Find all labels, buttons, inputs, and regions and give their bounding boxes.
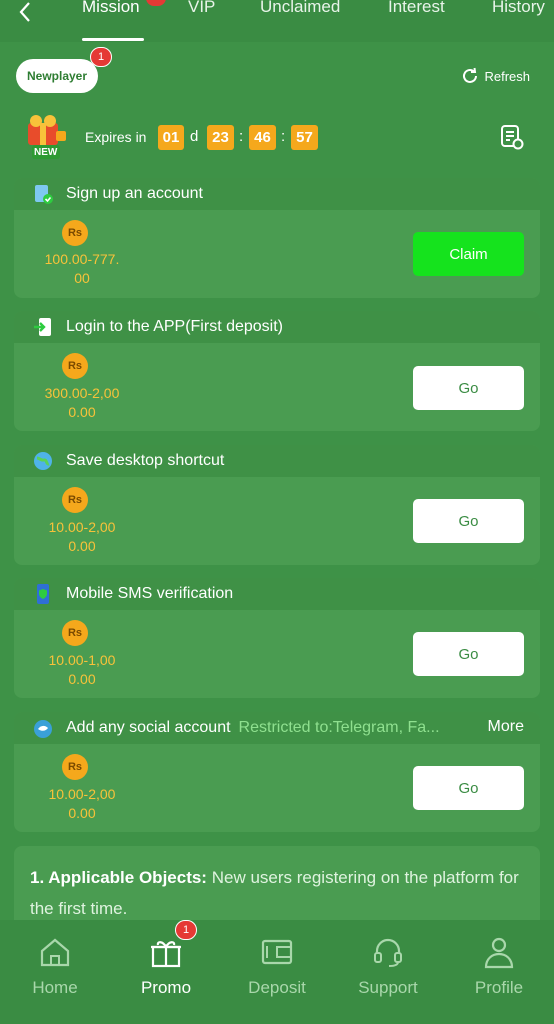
phone-shield-icon	[37, 584, 49, 604]
newplayer-badge: 1	[90, 47, 112, 67]
clipboard-check-icon	[35, 185, 53, 204]
nav-profile[interactable]: Profile	[444, 934, 554, 998]
rules-heading: 1. Applicable Objects:	[30, 868, 207, 887]
newplayer-chip[interactable]: Newplayer	[16, 59, 98, 93]
tab-history[interactable]: History	[492, 0, 545, 17]
newplayer-label: Newplayer	[26, 69, 88, 83]
bottom-nav: Home Promo 1 Deposit Support Profile	[0, 920, 554, 1024]
reward-line: 00	[74, 270, 90, 286]
nav-label: Profile	[474, 978, 524, 997]
rupee-coin-icon: Rs	[62, 620, 88, 646]
nav-support[interactable]: Support	[333, 934, 443, 998]
countdown-days: 01	[158, 125, 184, 150]
reward-line: 300.00-2,00	[44, 385, 120, 401]
reward-range: 10.00-2,00 0.00	[34, 785, 130, 823]
nav-label: Home	[32, 978, 78, 997]
go-button[interactable]: Go	[413, 632, 524, 676]
reward-line: 100.00-777.	[44, 251, 120, 267]
rupee-coin-icon: Rs	[62, 487, 88, 513]
reward-line: 10.00-2,00	[48, 786, 116, 802]
rupee-coin-icon: Rs	[62, 754, 88, 780]
back-button[interactable]	[12, 0, 38, 24]
reward-range: 10.00-2,00 0.00	[34, 518, 130, 556]
home-icon	[40, 938, 70, 967]
rules-document-icon[interactable]	[500, 124, 524, 150]
mission-title: Add any social account	[66, 719, 231, 736]
refresh-button[interactable]: Refresh	[460, 66, 530, 86]
wallet-icon	[261, 939, 293, 965]
countdown-sep: :	[281, 128, 286, 145]
nav-label: Deposit	[248, 978, 306, 997]
go-button[interactable]: Go	[413, 499, 524, 543]
tab-mission[interactable]: Mission	[82, 0, 140, 17]
mission-title: Sign up an account	[66, 185, 203, 202]
reward-line: 0.00	[68, 538, 96, 554]
restriction-text: Restricted to:Telegram, Fa...	[238, 719, 440, 736]
claim-button[interactable]: Claim	[413, 232, 524, 276]
nav-label: Promo	[140, 978, 192, 997]
new-gift-icon: NEW	[20, 113, 70, 161]
more-link[interactable]: More	[488, 718, 524, 736]
rupee-coin-icon: Rs	[62, 353, 88, 379]
tab-unclaimed[interactable]: Unclaimed	[260, 0, 340, 17]
mission-card-shortcut: Save desktop shortcut Rs 10.00-2,00 0.00…	[14, 445, 540, 565]
refresh-label: Refresh	[484, 68, 530, 84]
nav-promo[interactable]: Promo	[111, 934, 221, 998]
go-button[interactable]: Go	[413, 766, 524, 810]
mission-card-sms: Mobile SMS verification Rs 10.00-1,00 0.…	[14, 578, 540, 698]
nav-home[interactable]: Home	[0, 934, 110, 998]
reward-range: 300.00-2,00 0.00	[34, 384, 130, 422]
new-label: NEW	[34, 147, 58, 158]
mission-title: Login to the APP(First deposit)	[66, 318, 283, 335]
chevron-left-icon	[19, 2, 30, 22]
countdown-minutes: 46	[249, 125, 276, 150]
go-button[interactable]: Go	[413, 366, 524, 410]
tab-interest[interactable]: Interest	[388, 0, 445, 17]
nav-deposit[interactable]: Deposit	[222, 934, 332, 998]
countdown-hours: 23	[207, 125, 234, 150]
globe-icon	[34, 452, 52, 470]
headset-icon	[374, 938, 402, 967]
active-tab-indicator	[82, 38, 144, 41]
tab-vip[interactable]: VIP	[188, 0, 215, 17]
rupee-coin-icon: Rs	[62, 220, 88, 246]
nav-label: Support	[358, 978, 418, 997]
reward-line: 0.00	[68, 404, 96, 420]
reward-range: 100.00-777. 00	[34, 250, 130, 288]
reward-line: 10.00-2,00	[48, 519, 116, 535]
login-icon	[34, 318, 51, 336]
promo-badge: 1	[175, 920, 197, 940]
countdown-sep: :	[239, 128, 244, 145]
mission-title: Save desktop shortcut	[66, 452, 225, 469]
user-icon	[484, 937, 514, 969]
top-tab-bar: Mission VIP Unclaimed Interest History	[0, 0, 554, 42]
mission-card-signup: Sign up an account Rs 100.00-777. 00 Cla…	[14, 178, 540, 298]
refresh-icon	[463, 67, 478, 83]
reward-range: 10.00-1,00 0.00	[34, 651, 130, 689]
expires-label: Expires in	[85, 129, 147, 145]
gift-icon	[151, 941, 181, 968]
countdown-day-unit: d	[190, 128, 199, 145]
reward-line: 10.00-1,00	[48, 652, 116, 668]
reward-line: 0.00	[68, 671, 96, 687]
reward-line: 0.00	[68, 805, 96, 821]
tab-notification-dot	[146, 0, 166, 6]
mission-card-social: Add any social account Restricted to:Tel…	[14, 712, 540, 832]
social-bird-icon	[34, 720, 52, 738]
mission-card-login: Login to the APP(First deposit) Rs 300.0…	[14, 311, 540, 431]
countdown-seconds: 57	[291, 125, 318, 150]
mission-title: Mobile SMS verification	[66, 585, 234, 602]
